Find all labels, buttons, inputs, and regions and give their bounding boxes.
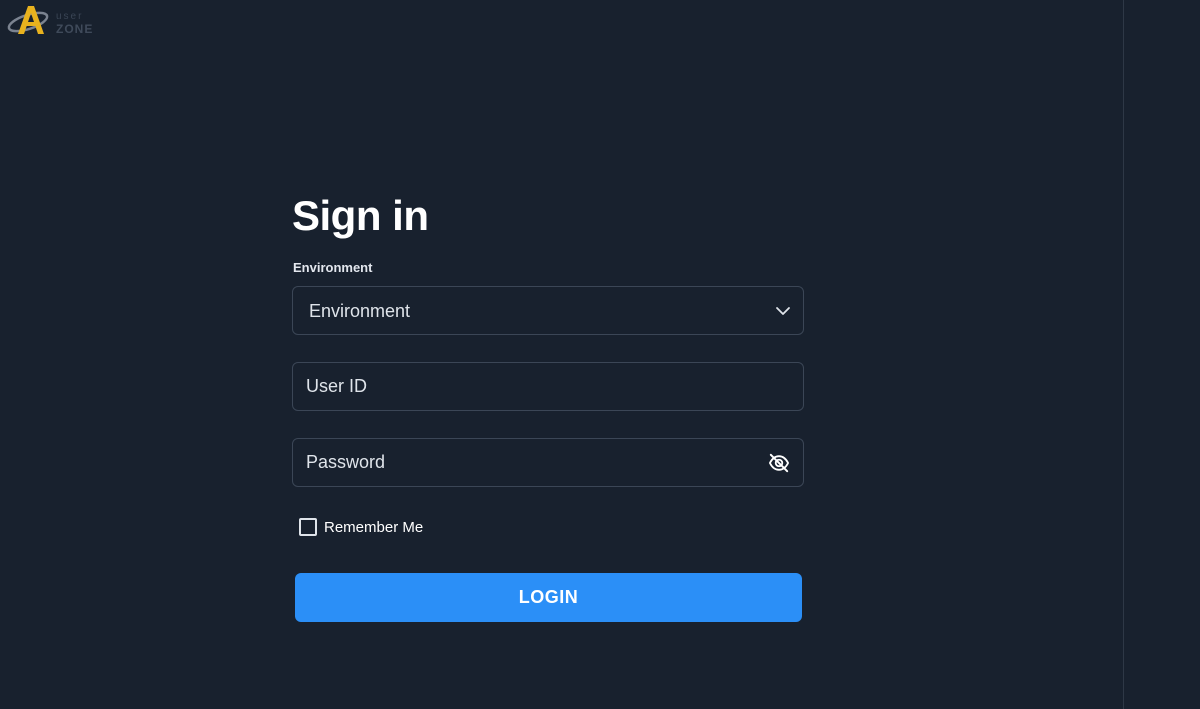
chevron-down-icon [776, 307, 790, 315]
environment-selected-value: Environment [309, 301, 411, 321]
app-logo: user ZONE [6, 0, 98, 40]
user-id-input[interactable] [306, 363, 746, 410]
eye-off-icon[interactable] [768, 453, 790, 473]
right-panel-divider [1123, 0, 1124, 709]
logo-text-bottom: ZONE [56, 22, 94, 36]
user-id-field [292, 362, 804, 411]
sign-in-form: Sign in Environment Environment Remember… [292, 190, 804, 622]
environment-select[interactable]: Environment [292, 286, 804, 335]
page-title: Sign in [292, 192, 429, 239]
logo-text-top: user [56, 11, 84, 22]
environment-label: Environment [293, 260, 373, 275]
login-page: user ZONE Sign in Environment Environmen… [0, 0, 1200, 709]
logo-mark-icon [7, 6, 49, 34]
login-button[interactable]: LOGIN [295, 573, 802, 622]
password-input[interactable] [306, 439, 746, 486]
remember-me-checkbox[interactable] [299, 518, 317, 536]
password-field [292, 438, 804, 487]
remember-me[interactable]: Remember Me [299, 518, 423, 536]
remember-me-label: Remember Me [324, 518, 424, 536]
